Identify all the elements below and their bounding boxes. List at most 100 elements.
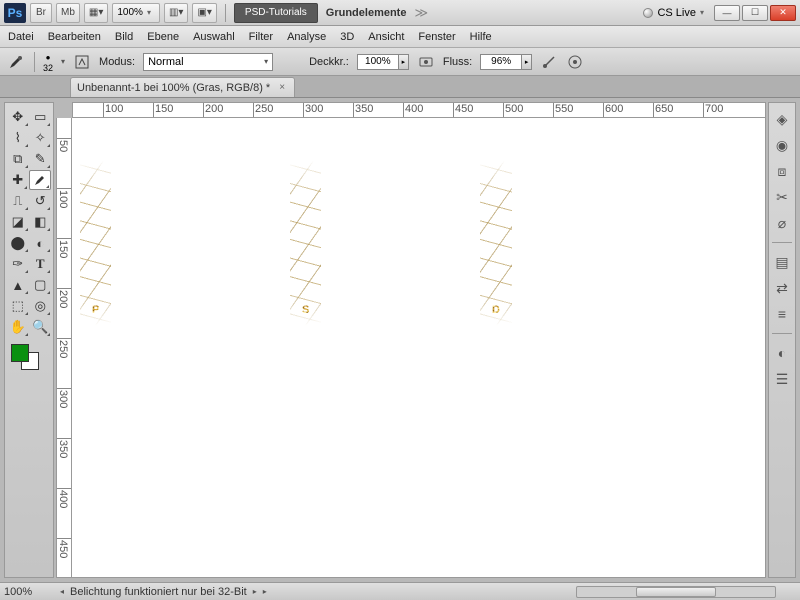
- swatches-panel-icon[interactable]: ⇄: [772, 278, 792, 298]
- tablet-pressure-size-icon[interactable]: [566, 53, 584, 71]
- brush-panel-toggle[interactable]: [73, 53, 91, 71]
- workspace-more-icon[interactable]: ≫: [414, 5, 428, 21]
- minimize-button[interactable]: —: [714, 5, 740, 21]
- menu-hilfe[interactable]: Hilfe: [470, 31, 492, 43]
- minibridge-button[interactable]: Mb: [56, 3, 80, 23]
- 3d-tool[interactable]: ⬚: [7, 296, 29, 316]
- application-bar: Ps Br Mb ▦▾ 100% ▥▾ ▣▾ PSD-Tutorials Gru…: [0, 0, 800, 26]
- workspace-active[interactable]: PSD-Tutorials: [234, 3, 318, 23]
- menu-auswahl[interactable]: Auswahl: [193, 31, 235, 43]
- brush-panel-icon[interactable]: ◐: [772, 343, 792, 363]
- adjustments-panel-icon[interactable]: ✂: [772, 187, 792, 207]
- flow-input[interactable]: 96%: [480, 54, 522, 70]
- opacity-input[interactable]: 100%: [357, 54, 399, 70]
- path-selection-tool[interactable]: ▲: [7, 275, 29, 295]
- layers-panel-icon[interactable]: ◈: [772, 109, 792, 129]
- canvas-letter-p: P: [92, 138, 99, 348]
- canvas-letter-d: D: [492, 138, 500, 348]
- horizontal-ruler: 100 150 200 250 300 350 400 450 500 550 …: [72, 102, 766, 118]
- cs-live-button[interactable]: CS Live ▾: [637, 7, 710, 19]
- airbrush-icon[interactable]: [540, 53, 558, 71]
- maximize-button[interactable]: ☐: [742, 5, 768, 21]
- magic-wand-tool[interactable]: ✧: [30, 128, 52, 148]
- brush-tool[interactable]: [29, 170, 51, 190]
- history-panel-icon[interactable]: ≡: [772, 304, 792, 324]
- menu-fenster[interactable]: Fenster: [418, 31, 455, 43]
- color-panel-icon[interactable]: ▤: [772, 252, 792, 272]
- toolbox: ✥ ▭ ⌇ ✧ ⧉ ✎ ✚ ⎍ ↺ ◪ ◧ ⬤ ◐: [4, 102, 54, 578]
- deckkraft-label: Deckkr.:: [309, 56, 349, 68]
- zoom-tool[interactable]: 🔍: [30, 317, 52, 337]
- right-panel-dock: ◈ ◉ ⧈ ✂ ⌀ ▤ ⇄ ≡ ◐ ☰: [768, 102, 796, 578]
- workspace-other[interactable]: Grundelemente: [322, 7, 411, 19]
- menu-bild[interactable]: Bild: [115, 31, 133, 43]
- history-brush-tool[interactable]: ↺: [30, 191, 52, 211]
- bridge-button[interactable]: Br: [30, 3, 52, 23]
- healing-brush-tool[interactable]: ✚: [7, 170, 28, 190]
- status-message: Belichtung funktioniert nur bei 32-Bit: [70, 586, 247, 598]
- canvas-zone: 100 150 200 250 300 350 400 450 500 550 …: [56, 102, 766, 578]
- close-tab-icon[interactable]: ×: [276, 82, 288, 94]
- marquee-tool[interactable]: ▭: [30, 107, 52, 127]
- window-controls: — ☐ ✕: [714, 5, 796, 21]
- dodge-tool[interactable]: ◐: [30, 233, 52, 253]
- canvas[interactable]: P S D: [72, 118, 766, 578]
- move-tool[interactable]: ✥: [7, 107, 29, 127]
- foreground-color-swatch[interactable]: [11, 344, 29, 362]
- menu-ebene[interactable]: Ebene: [147, 31, 179, 43]
- 3d-camera-tool[interactable]: ◎: [30, 296, 52, 316]
- status-left-arrow-icon[interactable]: ◂: [60, 587, 64, 596]
- info-panel-icon[interactable]: ☰: [772, 369, 792, 389]
- flow-flyout[interactable]: ▸: [522, 54, 532, 70]
- current-tool-icon[interactable]: [6, 52, 26, 72]
- menu-bar: Datei Bearbeiten Bild Ebene Auswahl Filt…: [0, 26, 800, 48]
- status-right-arrow-icon[interactable]: ▸: [253, 587, 257, 596]
- scrollbar-thumb[interactable]: [636, 587, 715, 597]
- screen-mode-button[interactable]: ▣▾: [192, 3, 216, 23]
- blend-mode-select[interactable]: Normal: [143, 53, 273, 71]
- document-tab-title: Unbenannt-1 bei 100% (Gras, RGB/8) *: [77, 82, 270, 94]
- shape-tool[interactable]: ▢: [30, 275, 52, 295]
- canvas-letter-s: S: [302, 138, 309, 348]
- document-tab-bar: Unbenannt-1 bei 100% (Gras, RGB/8) * ×: [0, 76, 800, 98]
- eraser-tool[interactable]: ◪: [7, 212, 29, 232]
- view-extras-button[interactable]: ▦▾: [84, 3, 108, 23]
- modus-label: Modus:: [99, 56, 135, 68]
- type-tool[interactable]: T: [30, 254, 52, 274]
- status-bar: 100% ◂ Belichtung funktioniert nur bei 3…: [0, 582, 800, 600]
- menu-bearbeiten[interactable]: Bearbeiten: [48, 31, 101, 43]
- color-swatches[interactable]: [7, 342, 51, 374]
- status-zoom[interactable]: 100%: [4, 586, 54, 598]
- menu-ansicht[interactable]: Ansicht: [368, 31, 404, 43]
- work-area: ✥ ▭ ⌇ ✧ ⧉ ✎ ✚ ⎍ ↺ ◪ ◧ ⬤ ◐: [0, 98, 800, 582]
- opacity-flyout[interactable]: ▸: [399, 54, 409, 70]
- cslive-label: CS Live: [657, 7, 696, 19]
- fluss-label: Fluss:: [443, 56, 472, 68]
- zoom-level-select[interactable]: 100%: [112, 3, 160, 23]
- gradient-tool[interactable]: ◧: [30, 212, 52, 232]
- options-bar: • 32 ▾ Modus: Normal Deckkr.: 100% ▸ Flu…: [0, 48, 800, 76]
- horizontal-scrollbar[interactable]: [576, 586, 776, 598]
- paths-panel-icon[interactable]: ⧈: [772, 161, 792, 181]
- menu-analyse[interactable]: Analyse: [287, 31, 326, 43]
- document-tab[interactable]: Unbenannt-1 bei 100% (Gras, RGB/8) * ×: [70, 77, 295, 97]
- cslive-status-icon: [643, 8, 653, 18]
- brush-size-value[interactable]: 32: [43, 64, 53, 73]
- close-button[interactable]: ✕: [770, 5, 796, 21]
- photoshop-logo: Ps: [4, 3, 26, 23]
- pen-tool[interactable]: ✑: [7, 254, 29, 274]
- lasso-tool[interactable]: ⌇: [7, 128, 29, 148]
- channels-panel-icon[interactable]: ◉: [772, 135, 792, 155]
- status-flyout-icon[interactable]: ▸: [263, 587, 267, 596]
- styles-panel-icon[interactable]: ⌀: [772, 213, 792, 233]
- menu-3d[interactable]: 3D: [340, 31, 354, 43]
- menu-filter[interactable]: Filter: [249, 31, 273, 43]
- hand-tool[interactable]: ✋: [7, 317, 29, 337]
- tablet-pressure-opacity-icon[interactable]: [417, 53, 435, 71]
- blur-tool[interactable]: ⬤: [7, 233, 29, 253]
- eyedropper-tool[interactable]: ✎: [30, 149, 52, 169]
- clone-stamp-tool[interactable]: ⎍: [7, 191, 29, 211]
- arrange-documents-button[interactable]: ▥▾: [164, 3, 188, 23]
- crop-tool[interactable]: ⧉: [7, 149, 29, 169]
- menu-datei[interactable]: Datei: [8, 31, 34, 43]
